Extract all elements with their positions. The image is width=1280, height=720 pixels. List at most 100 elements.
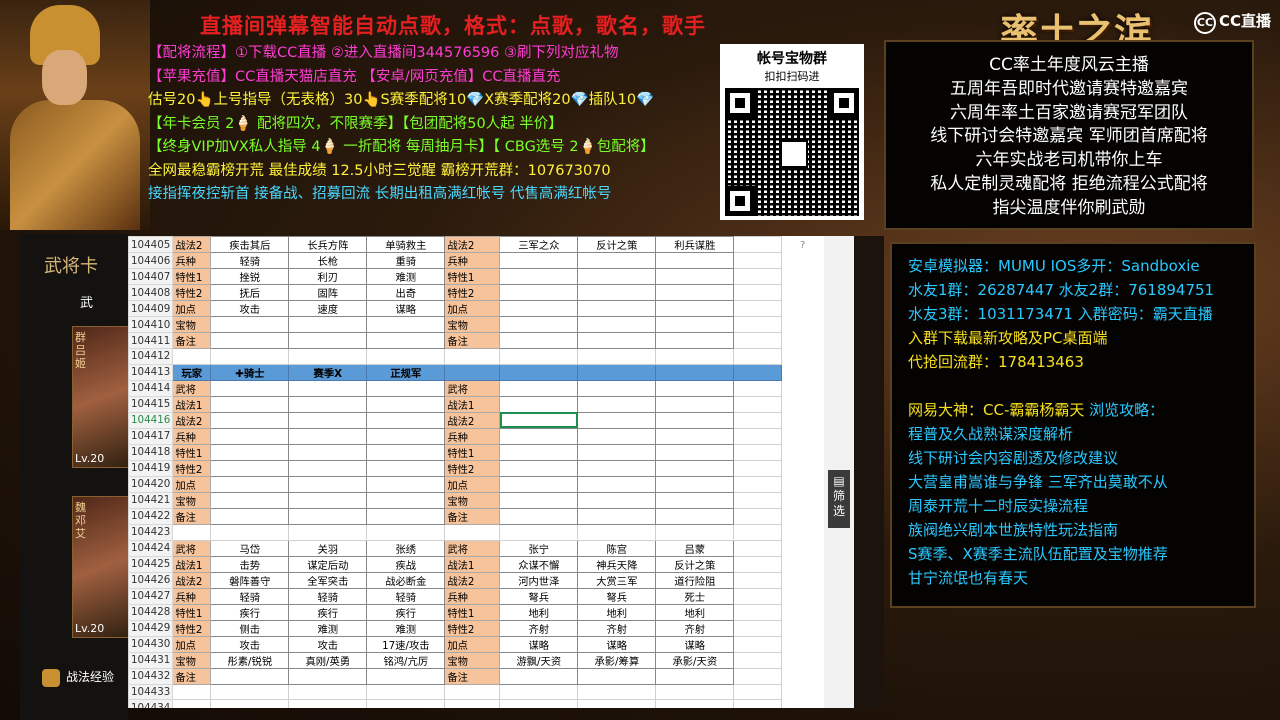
table-cell[interactable]	[210, 491, 290, 509]
table-cell[interactable]: 全军突击	[288, 571, 368, 589]
table-cell[interactable]	[499, 443, 579, 461]
table-cell[interactable]: 吕蒙	[655, 539, 735, 557]
table-cell[interactable]	[655, 252, 735, 269]
table-cell[interactable]: 三军之众	[499, 236, 579, 253]
table-cell[interactable]: 侧击	[210, 619, 290, 637]
table-cell[interactable]	[210, 667, 290, 685]
table-cell[interactable]	[577, 379, 657, 397]
row-number[interactable]: 104429	[128, 619, 174, 637]
table-cell[interactable]: 抚后	[210, 284, 290, 301]
table-cell[interactable]	[577, 427, 657, 445]
table-cell[interactable]	[499, 667, 579, 685]
table-cell[interactable]: 攻击	[288, 635, 368, 653]
table-cell[interactable]	[655, 316, 735, 333]
table-cell[interactable]: 兵种	[172, 587, 212, 605]
table-cell[interactable]	[499, 332, 579, 349]
table-cell[interactable]	[288, 395, 368, 413]
table-cell[interactable]: 战法2	[172, 411, 212, 429]
table-cell[interactable]: 兵种	[444, 427, 501, 445]
table-cell[interactable]	[577, 507, 657, 525]
table-cell[interactable]	[499, 411, 579, 429]
table-cell[interactable]	[577, 252, 657, 269]
table-cell[interactable]	[655, 411, 735, 429]
table-cell[interactable]: 特性1	[444, 443, 501, 461]
table-cell[interactable]	[499, 316, 579, 333]
table-cell[interactable]	[499, 379, 579, 397]
table-cell[interactable]: 长兵方阵	[288, 236, 368, 253]
table-cell[interactable]	[499, 348, 579, 365]
row-number[interactable]: 104428	[128, 603, 174, 621]
panel-tab[interactable]: 武	[80, 292, 93, 311]
table-cell[interactable]: 攻击	[210, 300, 290, 317]
table-cell[interactable]: 战必断金	[366, 571, 446, 589]
row-number[interactable]: 104406	[128, 252, 174, 269]
table-cell[interactable]: 疾行	[366, 603, 446, 621]
table-cell[interactable]: 宝物	[172, 491, 212, 509]
table-cell[interactable]: 疾击其后	[210, 236, 290, 253]
table-cell[interactable]: 备注	[172, 507, 212, 525]
table-cell[interactable]	[366, 507, 446, 525]
table-cell[interactable]	[288, 523, 368, 541]
table-cell[interactable]	[733, 555, 783, 573]
table-cell[interactable]	[733, 539, 783, 557]
table-cell[interactable]	[210, 348, 290, 365]
table-cell[interactable]	[444, 523, 501, 541]
table-cell[interactable]	[288, 507, 368, 525]
row-number[interactable]: 104424	[128, 539, 174, 557]
table-cell[interactable]: 特性2	[172, 459, 212, 477]
table-cell[interactable]: 固阵	[288, 284, 368, 301]
table-cell[interactable]	[733, 348, 783, 365]
table-cell[interactable]	[366, 379, 446, 397]
table-cell[interactable]	[733, 395, 783, 413]
table-cell[interactable]	[499, 475, 579, 493]
table-cell[interactable]	[733, 316, 783, 333]
table-cell[interactable]	[288, 475, 368, 493]
table-cell[interactable]: 备注	[172, 667, 212, 685]
table-cell[interactable]: 道行险阻	[655, 571, 735, 589]
spreadsheet[interactable]: 104405 战法2 疾击其后 长兵方阵 单骑救主 战法2 三军之众 反计之策 利兵谋胜 1044…	[128, 236, 824, 708]
table-cell[interactable]	[577, 268, 657, 285]
table-cell[interactable]: 特性1	[444, 268, 501, 285]
table-cell[interactable]: 众谋不懈	[499, 555, 579, 573]
table-cell[interactable]	[288, 443, 368, 461]
table-cell[interactable]	[499, 523, 579, 541]
table-cell[interactable]: 宝物	[444, 316, 501, 333]
row-number[interactable]: 104417	[128, 427, 174, 445]
table-cell[interactable]	[733, 300, 783, 317]
table-cell[interactable]: 战法1	[172, 555, 212, 573]
table-cell[interactable]	[733, 491, 783, 509]
table-cell[interactable]	[733, 587, 783, 605]
row-number[interactable]: 104431	[128, 651, 174, 669]
table-cell[interactable]: 加点	[444, 475, 501, 493]
table-cell[interactable]	[210, 507, 290, 525]
row-number[interactable]: 104432	[128, 667, 174, 685]
table-cell[interactable]	[288, 459, 368, 477]
row-number[interactable]: 104414	[128, 379, 174, 397]
table-cell[interactable]: 宝物	[444, 491, 501, 509]
table-cell[interactable]	[577, 699, 657, 708]
table-cell[interactable]	[733, 268, 783, 285]
table-cell[interactable]	[499, 699, 579, 708]
table-cell[interactable]: 陈宫	[577, 539, 657, 557]
table-cell[interactable]	[499, 507, 579, 525]
table-cell[interactable]: 战法1	[172, 395, 212, 413]
table-cell[interactable]	[733, 443, 783, 461]
table-cell[interactable]	[499, 252, 579, 269]
table-cell[interactable]	[655, 427, 735, 445]
table-cell[interactable]: 战法2	[444, 571, 501, 589]
table-cell[interactable]	[366, 491, 446, 509]
table-cell[interactable]: 承影/筹算	[577, 651, 657, 669]
table-cell[interactable]	[210, 427, 290, 445]
table-cell[interactable]	[444, 699, 501, 708]
table-cell[interactable]: 战法2	[172, 571, 212, 589]
table-cell[interactable]	[366, 332, 446, 349]
table-cell[interactable]	[733, 427, 783, 445]
table-cell[interactable]	[366, 523, 446, 541]
table-cell[interactable]	[577, 316, 657, 333]
table-cell[interactable]	[172, 683, 212, 701]
table-cell[interactable]	[577, 332, 657, 349]
table-cell[interactable]	[577, 348, 657, 365]
table-cell[interactable]	[499, 284, 579, 301]
table-cell[interactable]	[210, 699, 290, 708]
table-cell[interactable]: 张绣	[366, 539, 446, 557]
